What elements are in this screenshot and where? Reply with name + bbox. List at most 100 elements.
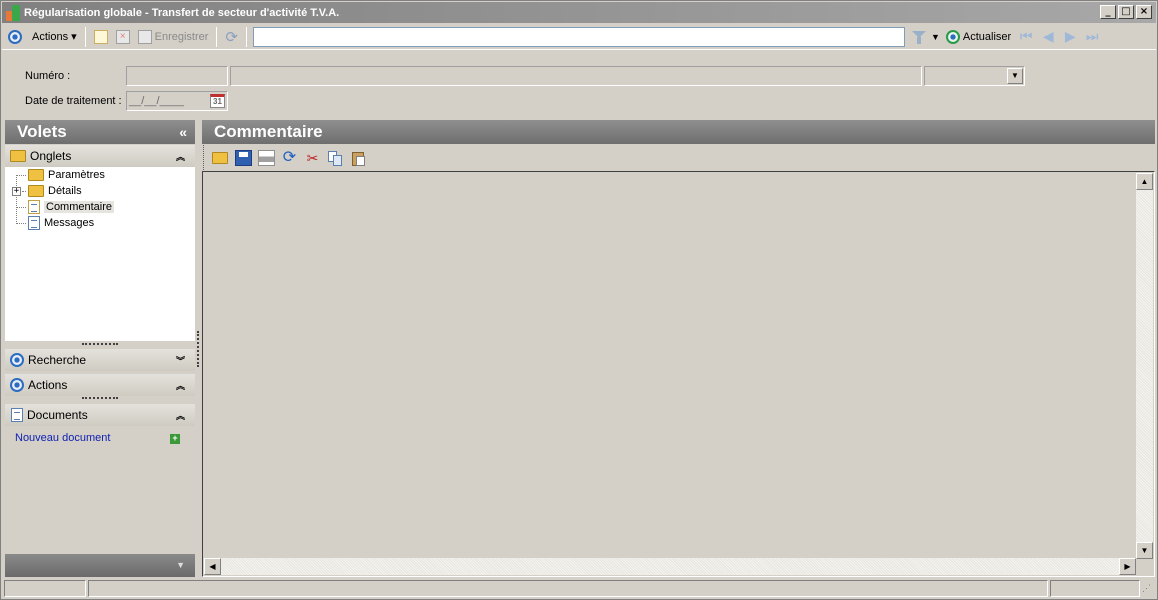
status-cell: [87, 580, 1049, 597]
resize-grip[interactable]: [82, 343, 118, 346]
cut-icon[interactable]: ✂: [304, 150, 321, 166]
tree-item-details[interactable]: Détails: [22, 183, 82, 199]
volets-header: Volets «: [5, 120, 195, 144]
comment-editor[interactable]: ▲ ▼ ◀ ▶: [202, 171, 1155, 577]
actions-section-header[interactable]: Actions ︽: [5, 374, 195, 396]
scroll-up-icon[interactable]: ▲: [1136, 173, 1153, 190]
left-pane-footer[interactable]: ▼: [5, 554, 195, 577]
status-cell: [4, 580, 86, 597]
toolbar-separator: [84, 26, 86, 47]
minimize-button[interactable]: _: [1100, 5, 1116, 19]
folder-icon: [28, 185, 44, 197]
new-button[interactable]: [90, 26, 112, 48]
status-bar: ⋰: [2, 578, 1156, 599]
scroll-down-icon[interactable]: ▼: [1136, 542, 1153, 559]
paste-icon[interactable]: [350, 150, 367, 166]
tree-item-label: Messages: [44, 217, 95, 229]
expand-icon[interactable]: +: [12, 187, 21, 196]
window-title: Régularisation globale - Transfert de se…: [24, 6, 340, 19]
actions-menu-button[interactable]: Actions ▾: [28, 26, 81, 48]
open-folder-icon[interactable]: [212, 150, 229, 166]
dropdown-arrow-icon: ▾: [71, 31, 77, 43]
refresh-label: Actualiser: [962, 30, 1012, 43]
date-label: Date de traitement :: [25, 95, 122, 107]
refresh-button[interactable]: Actualiser: [942, 26, 1015, 48]
last-record-icon[interactable]: ⏭: [1081, 28, 1103, 45]
status-cell: [1050, 580, 1141, 597]
refresh-icon[interactable]: ⟳: [281, 149, 298, 166]
recherche-label: Recherche: [28, 353, 87, 367]
commentaire-title: Commentaire: [214, 122, 323, 141]
pane-splitter[interactable]: [197, 331, 199, 367]
copy-icon[interactable]: [327, 150, 344, 166]
toolbar-separator: [245, 26, 247, 47]
main-toolbar: Actions ▾ × Enregistrer ⟳ ▼ Actualiser ⏮…: [2, 24, 1156, 50]
document-icon: [28, 200, 40, 214]
numero-label: Numéro :: [25, 70, 71, 82]
new-document-link[interactable]: Nouveau document: [15, 432, 110, 444]
tree-item-commentaire[interactable]: Commentaire: [16, 199, 115, 215]
close-button[interactable]: ×: [1136, 5, 1152, 19]
document-icon: [11, 408, 23, 422]
scroll-left-icon[interactable]: ◀: [204, 558, 221, 575]
actions-circle-icon: [10, 378, 24, 392]
date-field[interactable]: __/__/____ 31: [126, 91, 228, 111]
delete-icon: ×: [115, 29, 130, 44]
tree-item-label: Détails: [48, 185, 82, 197]
save-button[interactable]: Enregistrer: [134, 26, 213, 48]
folder-icon: [10, 150, 26, 162]
filter-icon[interactable]: [911, 29, 927, 45]
actions-section-label: Actions: [28, 378, 68, 392]
tree-item-label: Paramètres: [48, 169, 105, 181]
chevron-up-icon[interactable]: ︽: [176, 379, 185, 392]
date-placeholder: __/__/____: [129, 95, 185, 107]
recherche-section-header[interactable]: Recherche ︾: [5, 349, 195, 371]
editor-toolbar: ⟳ ✂: [203, 145, 1155, 170]
actions-circle-icon: [8, 29, 22, 44]
search-circle-icon: [10, 353, 24, 367]
actions-menu-label: Actions: [32, 30, 69, 43]
sync-button[interactable]: ⟳: [221, 26, 242, 48]
title-bar: Régularisation globale - Transfert de se…: [2, 2, 1156, 23]
chevron-down-icon[interactable]: ︾: [176, 354, 185, 367]
vertical-scrollbar[interactable]: ▲ ▼: [1136, 173, 1153, 559]
document-icon: [28, 216, 40, 230]
add-icon[interactable]: +: [170, 434, 180, 444]
refresh-icon: [945, 29, 960, 44]
previous-record-icon[interactable]: ◀: [1037, 28, 1059, 45]
resize-grip[interactable]: [82, 397, 118, 400]
print-icon[interactable]: [258, 149, 275, 166]
chevron-up-icon[interactable]: ︽: [176, 150, 185, 163]
app-icon: [4, 4, 22, 22]
delete-button[interactable]: ×: [112, 26, 134, 48]
application-window: Régularisation globale - Transfert de se…: [0, 0, 1158, 600]
documents-section-header[interactable]: Documents ︽: [5, 404, 195, 426]
documents-label: Documents: [27, 408, 88, 422]
toolbar-separator: [216, 26, 218, 47]
tree-item-parametres[interactable]: Paramètres: [16, 167, 105, 183]
tree-item-messages[interactable]: Messages: [16, 215, 94, 231]
collapse-pane-icon[interactable]: «: [179, 120, 187, 144]
save-icon[interactable]: [235, 149, 252, 166]
resize-grip-icon[interactable]: ⋰: [1142, 580, 1154, 597]
next-record-icon[interactable]: ▶: [1059, 28, 1081, 45]
chevron-down-icon[interactable]: ▼: [1007, 68, 1023, 84]
save-icon: [137, 29, 152, 44]
save-label: Enregistrer: [154, 30, 209, 43]
first-record-icon[interactable]: ⏮: [1015, 28, 1037, 45]
chevron-down-icon[interactable]: ▼: [176, 560, 185, 570]
onglets-tree: Paramètres + Détails Commentaire Message…: [5, 167, 195, 341]
numero-field[interactable]: [126, 66, 228, 86]
chevron-up-icon[interactable]: ︽: [176, 409, 185, 422]
maximize-button[interactable]: □: [1118, 5, 1134, 19]
onglets-section-header[interactable]: Onglets ︽: [5, 145, 195, 167]
filter-dropdown-arrow-icon[interactable]: ▼: [931, 32, 940, 42]
scroll-right-icon[interactable]: ▶: [1119, 558, 1136, 575]
numero-description-field[interactable]: [230, 66, 922, 86]
search-input[interactable]: [252, 26, 905, 47]
horizontal-scrollbar[interactable]: ◀ ▶: [204, 558, 1136, 575]
onglets-label: Onglets: [30, 149, 72, 163]
new-document-icon: [93, 29, 108, 44]
calendar-icon[interactable]: 31: [210, 94, 225, 108]
numero-combo[interactable]: ▼: [924, 66, 1025, 86]
